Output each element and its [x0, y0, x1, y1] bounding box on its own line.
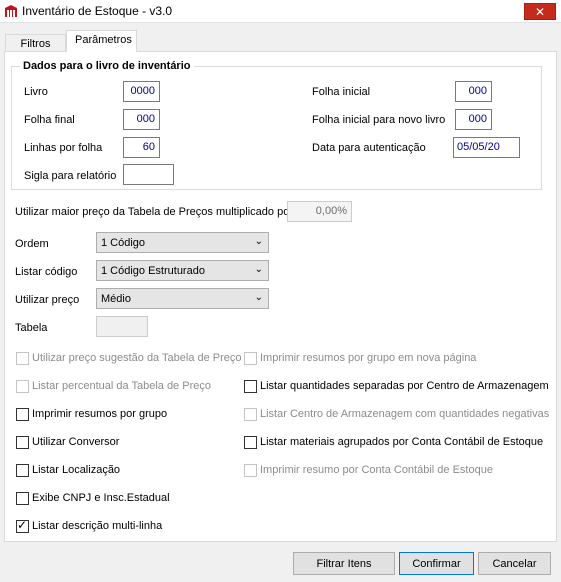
sigla-label: Sigla para relatório — [24, 170, 117, 182]
checkbox-label: Listar Centro de Armazenagem com quantid… — [260, 408, 550, 420]
checkbox-box — [16, 463, 29, 477]
multiplier-input[interactable]: 0,00% — [287, 201, 352, 222]
ordem-value: 1 Código — [101, 237, 146, 249]
checkbox-label: Imprimir resumo por Conta Contábil de Es… — [260, 464, 493, 476]
checkbox-label: Utilizar preço sugestão da Tabela de Pre… — [32, 352, 242, 364]
checkbox-resumos-grupo[interactable]: Imprimir resumos por grupo — [16, 406, 167, 422]
checkbox-preco-sugestao[interactable]: Utilizar preço sugestão da Tabela de Pre… — [16, 350, 242, 366]
folha-final-input[interactable]: 000 — [123, 109, 160, 130]
listar-codigo-label: Listar código — [15, 266, 78, 278]
data-autenticacao-label: Data para autenticação — [312, 142, 426, 154]
checkbox-box — [244, 435, 257, 449]
data-autenticacao-input[interactable]: 05/05/20 — [453, 137, 520, 158]
folha-inicial-novo-label: Folha inicial para novo livro — [312, 114, 446, 126]
multiplier-label: Utilizar maior preço da Tabela de Preços… — [15, 206, 293, 218]
checkbox-listar-percentual[interactable]: Listar percentual da Tabela de Preço — [16, 378, 211, 394]
checkbox-label: Listar percentual da Tabela de Preço — [32, 380, 211, 392]
utilizar-preco-value: Médio — [101, 293, 131, 305]
checkbox-box — [244, 463, 257, 477]
checkbox-utilizar-conversor[interactable]: Utilizar Conversor — [16, 434, 119, 450]
checkbox-resumos-nova-pagina[interactable]: Imprimir resumos por grupo em nova págin… — [244, 350, 476, 366]
checkbox-exibe-cnpj[interactable]: Exibe CNPJ e Insc.Estadual — [16, 490, 170, 506]
checkbox-centro-negativas[interactable]: Listar Centro de Armazenagem com quantid… — [244, 406, 549, 422]
tabela-label: Tabela — [15, 322, 48, 334]
checkbox-box — [244, 407, 257, 421]
listar-codigo-select[interactable]: 1 Código Estruturado ⌄ — [96, 260, 269, 281]
checkbox-descricao-multilinha[interactable]: ✓ Listar descrição multi-linha — [16, 518, 162, 534]
checkbox-agrupados-conta[interactable]: Listar materiais agrupados por Conta Con… — [244, 434, 543, 450]
chevron-down-icon: ⌄ — [254, 264, 263, 275]
utilizar-preco-label: Utilizar preço — [15, 294, 80, 306]
utilizar-preco-select[interactable]: Médio ⌄ — [96, 288, 269, 309]
ordem-label: Ordem — [15, 238, 49, 250]
window-title: Inventário de Estoque - v3.0 — [22, 4, 173, 18]
linhas-por-folha-input[interactable]: 60 — [123, 137, 160, 158]
checkbox-box — [16, 351, 29, 365]
checkbox-label: Listar Localização — [32, 464, 121, 476]
ordem-select[interactable]: 1 Código ⌄ — [96, 232, 269, 253]
checkbox-label: Listar materiais agrupados por Conta Con… — [260, 436, 544, 448]
checkbox-box — [244, 351, 257, 365]
checkbox-resumo-conta[interactable]: Imprimir resumo por Conta Contábil de Es… — [244, 462, 493, 478]
checkbox-box — [244, 379, 257, 393]
confirmar-button[interactable]: Confirmar — [399, 552, 474, 575]
checkbox-label: Listar quantidades separadas por Centro … — [260, 380, 549, 392]
checkbox-box — [16, 379, 29, 393]
tab-filtros[interactable]: Filtros — [5, 34, 66, 52]
sigla-input[interactable] — [123, 164, 174, 185]
checkbox-quantidades-centro[interactable]: Listar quantidades separadas por Centro … — [244, 378, 549, 394]
checkbox-label: Utilizar Conversor — [32, 436, 120, 448]
checkbox-listar-localizacao[interactable]: Listar Localização — [16, 462, 120, 478]
close-icon: ✕ — [534, 4, 546, 19]
close-button[interactable]: ✕ — [524, 3, 556, 20]
checkbox-box: ✓ — [16, 517, 29, 533]
checkbox-box — [16, 435, 29, 449]
folha-inicial-novo-input[interactable]: 000 — [455, 109, 492, 130]
checkbox-label: Listar descrição multi-linha — [32, 520, 163, 532]
checkmark-icon: ✓ — [17, 517, 28, 532]
app-logo-icon — [4, 4, 18, 18]
linhas-por-folha-label: Linhas por folha — [24, 142, 103, 154]
livro-label: Livro — [24, 86, 48, 98]
folha-final-label: Folha final — [24, 114, 75, 126]
livro-input[interactable]: 0000 — [123, 81, 160, 102]
checkbox-box — [16, 407, 29, 421]
checkbox-box — [16, 491, 29, 505]
folha-inicial-input[interactable]: 000 — [455, 81, 492, 102]
chevron-down-icon: ⌄ — [254, 236, 263, 247]
group-title: Dados para o livro de inventário — [20, 60, 194, 72]
checkbox-label: Imprimir resumos por grupo em nova págin… — [260, 352, 477, 364]
listar-codigo-value: 1 Código Estruturado — [101, 265, 205, 277]
checkbox-label: Imprimir resumos por grupo — [32, 408, 168, 420]
chevron-down-icon: ⌄ — [254, 292, 263, 303]
cancelar-button[interactable]: Cancelar — [478, 552, 551, 575]
tab-parametros[interactable]: Parâmetros — [66, 30, 137, 52]
filtrar-itens-button[interactable]: Filtrar Itens — [293, 552, 395, 575]
tabela-input[interactable] — [96, 316, 148, 337]
checkbox-label: Exibe CNPJ e Insc.Estadual — [32, 492, 170, 504]
folha-inicial-label: Folha inicial — [312, 86, 371, 98]
